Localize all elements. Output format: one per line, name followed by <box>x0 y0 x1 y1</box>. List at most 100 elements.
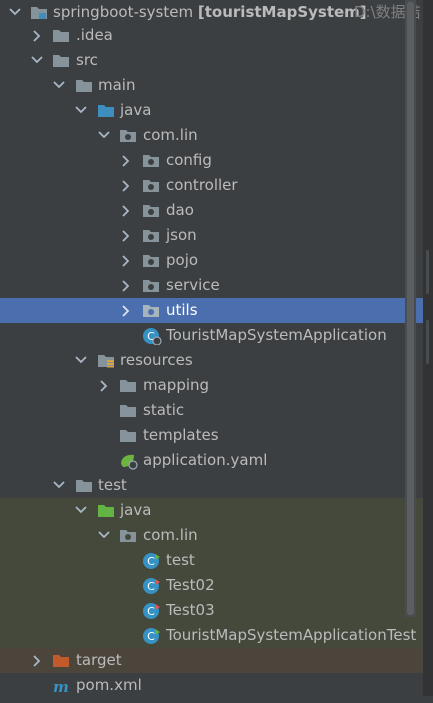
chevron-down-icon[interactable] <box>52 73 66 98</box>
chevron-down-icon[interactable] <box>74 98 88 123</box>
tree-label: Test02 <box>166 576 215 594</box>
tree-row-project-root[interactable]: springboot-system [touristMapSystem] D:\… <box>0 0 433 25</box>
svg-text:m: m <box>53 678 69 695</box>
tree-label: templates <box>143 426 219 444</box>
tree-label: test <box>166 551 195 569</box>
tree-label: main <box>98 76 136 94</box>
tree-label: pojo <box>166 251 199 269</box>
tree-row-com-lin-main[interactable]: com.lin <box>0 123 433 148</box>
spring-config-file-icon <box>119 448 138 473</box>
tree-row-idea[interactable]: .idea <box>0 23 433 48</box>
tree-row-test[interactable]: test <box>0 473 433 498</box>
tree-label: config <box>166 151 212 169</box>
editor-gutter-edge <box>423 0 433 696</box>
folder-icon <box>52 23 70 48</box>
tree-row-mapping[interactable]: mapping <box>0 373 433 398</box>
tree-row-com-lin-test[interactable]: com.lin <box>0 523 433 548</box>
tree-row-pojo[interactable]: pojo <box>0 248 433 273</box>
test-source-folder-icon <box>97 498 115 523</box>
tree-row-config[interactable]: config <box>0 148 433 173</box>
tree-label: TouristMapSystemApplicationTest <box>166 626 417 644</box>
chevron-down-icon[interactable] <box>52 473 66 498</box>
package-icon <box>142 173 160 198</box>
tree-row-static[interactable]: static <box>0 398 433 423</box>
tree-row-java-main[interactable]: java <box>0 98 433 123</box>
excluded-folder-icon <box>52 648 70 673</box>
chevron-right-icon[interactable] <box>30 648 44 673</box>
gutter-marker <box>426 320 429 364</box>
tree-row-application-yaml[interactable]: application.yaml <box>0 448 433 473</box>
project-tree[interactable]: springboot-system [touristMapSystem] D:\… <box>0 0 433 696</box>
tree-label: controller <box>166 176 238 194</box>
module-folder-icon <box>30 0 48 25</box>
tree-label: static <box>143 401 185 419</box>
tree-row-src[interactable]: src <box>0 48 433 73</box>
package-icon <box>119 123 137 148</box>
chevron-down-icon[interactable] <box>74 498 88 523</box>
scrollbar-thumb[interactable] <box>407 2 414 615</box>
chevron-down-icon[interactable] <box>8 0 22 25</box>
chevron-right-icon[interactable] <box>119 298 133 323</box>
tree-row-service[interactable]: service <box>0 273 433 298</box>
tree-label: Test03 <box>166 601 215 619</box>
tree-label: com.lin <box>143 526 198 544</box>
tree-label: .idea <box>76 26 113 44</box>
tree-row-utils[interactable]: utils <box>0 298 433 323</box>
test-class-icon: C <box>142 573 160 598</box>
tree-label: utils <box>166 301 198 319</box>
source-folder-icon <box>97 98 115 123</box>
tree-row-test02[interactable]: C Test02 <box>0 573 433 598</box>
chevron-right-icon[interactable] <box>119 248 133 273</box>
folder-icon <box>119 398 137 423</box>
chevron-right-icon[interactable] <box>97 373 111 398</box>
tree-label: java <box>120 501 152 519</box>
test-class-icon: C <box>142 548 160 573</box>
tree-label: application.yaml <box>143 451 268 469</box>
tree-label: resources <box>120 351 193 369</box>
tree-label: pom.xml <box>76 676 142 694</box>
tree-row-target[interactable]: target <box>0 648 433 673</box>
chevron-down-icon[interactable] <box>30 48 44 73</box>
tree-label: target <box>76 651 122 669</box>
tree-label: TouristMapSystemApplication <box>166 326 387 344</box>
test-class-icon: C <box>142 623 160 648</box>
chevron-right-icon[interactable] <box>119 198 133 223</box>
folder-icon <box>119 423 137 448</box>
tree-row-templates[interactable]: templates <box>0 423 433 448</box>
package-icon <box>142 148 160 173</box>
tree-label: service <box>166 276 220 294</box>
tree-row-java-test[interactable]: java <box>0 498 433 523</box>
tree-row-main[interactable]: main <box>0 73 433 98</box>
chevron-right-icon[interactable] <box>119 223 133 248</box>
tree-label: java <box>120 101 152 119</box>
package-icon <box>142 273 160 298</box>
chevron-right-icon[interactable] <box>119 273 133 298</box>
tree-label: test <box>98 476 127 494</box>
package-icon <box>142 223 160 248</box>
tree-row-test-class[interactable]: C test <box>0 548 433 573</box>
tree-label: src <box>76 51 98 69</box>
chevron-down-icon[interactable] <box>97 523 111 548</box>
tree-row-dao[interactable]: dao <box>0 198 433 223</box>
tree-row-json[interactable]: json <box>0 223 433 248</box>
tree-row-app-test-class[interactable]: C TouristMapSystemApplicationTest <box>0 623 433 648</box>
chevron-down-icon[interactable] <box>74 348 88 373</box>
chevron-right-icon[interactable] <box>119 148 133 173</box>
package-icon <box>119 523 137 548</box>
tree-row-controller[interactable]: controller <box>0 173 433 198</box>
resources-folder-icon <box>97 348 115 373</box>
folder-icon <box>52 48 70 73</box>
chevron-right-icon[interactable] <box>30 23 44 48</box>
project-name: springboot-system <box>53 3 194 21</box>
chevron-right-icon[interactable] <box>119 173 133 198</box>
tree-row-app-class[interactable]: C TouristMapSystemApplication <box>0 323 433 348</box>
maven-file-icon: m <box>52 673 70 698</box>
tree-row-resources[interactable]: resources <box>0 348 433 373</box>
tree-row-pom[interactable]: m pom.xml <box>0 673 433 698</box>
tree-label: com.lin <box>143 126 198 144</box>
tree-row-test03[interactable]: C Test03 <box>0 598 433 623</box>
svg-text:C: C <box>147 555 155 568</box>
chevron-down-icon[interactable] <box>97 123 111 148</box>
gutter-marker <box>426 250 429 294</box>
package-icon <box>142 298 160 323</box>
